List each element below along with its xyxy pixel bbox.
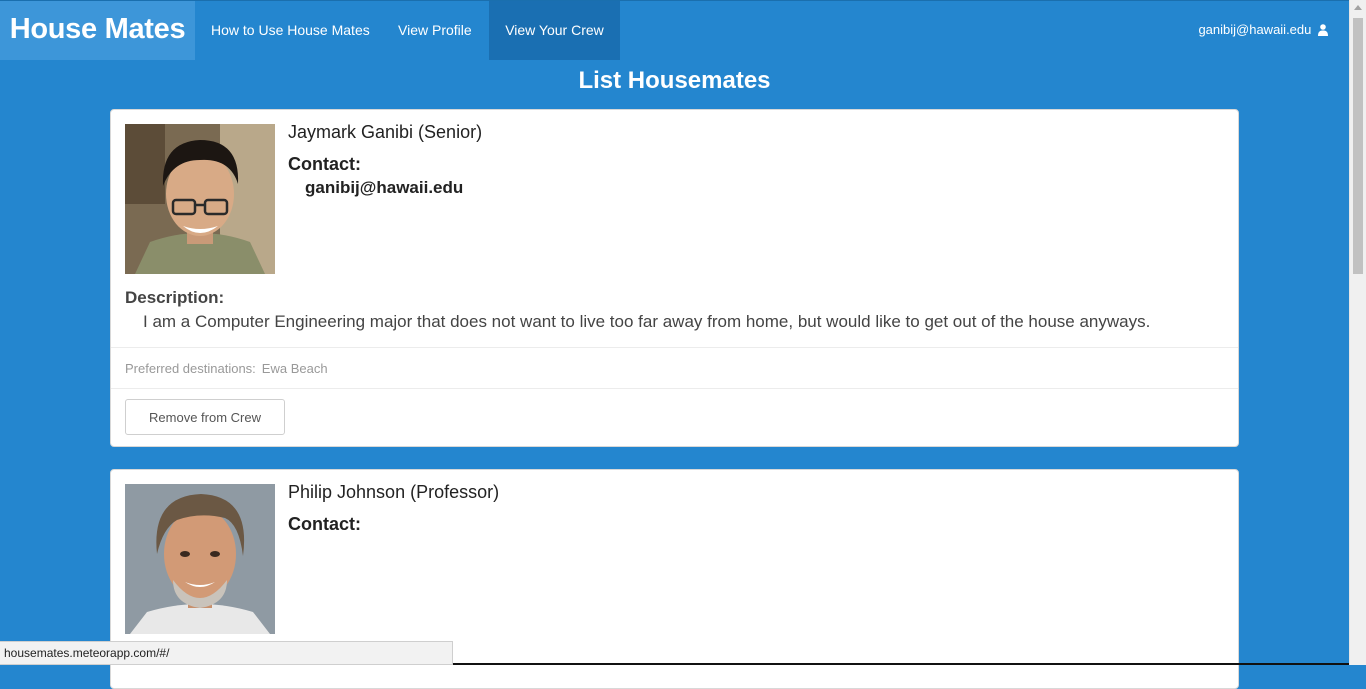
user-icon <box>1318 3 1328 61</box>
description-text: I am a Computer Engineering major that d… <box>143 312 1151 331</box>
page-title: List Housemates <box>578 67 771 94</box>
contact-label: Contact: <box>288 154 361 174</box>
top-navbar: House Mates How to Use House Mates View … <box>0 0 1349 60</box>
preferred-value: Ewa Beach <box>261 361 328 376</box>
user-email: ganibij@hawaii.edu <box>1198 22 1312 37</box>
status-bar-url: housemates.meteorapp.com/#/ <box>0 641 453 665</box>
brand-logo[interactable]: House Mates <box>0 1 195 60</box>
scroll-thumb[interactable] <box>1353 18 1363 274</box>
housemate-name: Jaymark Ganibi (Senior) <box>288 122 483 142</box>
nav-view-profile[interactable]: View Profile <box>398 1 472 60</box>
vertical-scrollbar[interactable] <box>1349 0 1366 665</box>
housemate-name: Philip Johnson (Professor) <box>288 482 500 502</box>
preferred-destinations: Preferred destinations: Ewa Beach <box>125 361 328 376</box>
scroll-up-arrow-icon[interactable] <box>1354 5 1362 10</box>
nav-how-to-use[interactable]: How to Use House Mates <box>211 1 370 60</box>
profile-photo <box>125 484 275 634</box>
divider <box>111 388 1238 389</box>
contact-label: Contact: <box>288 514 361 534</box>
description-label: Description: <box>125 288 225 307</box>
nav-view-your-crew[interactable]: View Your Crew <box>489 1 620 60</box>
divider <box>111 347 1238 348</box>
contact-email: ganibij@hawaii.edu <box>305 178 464 197</box>
remove-from-crew-button[interactable]: Remove from Crew <box>125 399 285 435</box>
profile-photo <box>125 124 275 274</box>
preferred-label: Preferred destinations: <box>125 361 256 376</box>
housemate-card: Jaymark Ganibi (Senior) Contact: ganibij… <box>110 109 1239 447</box>
user-menu[interactable]: ganibij@hawaii.edu <box>1198 1 1328 60</box>
